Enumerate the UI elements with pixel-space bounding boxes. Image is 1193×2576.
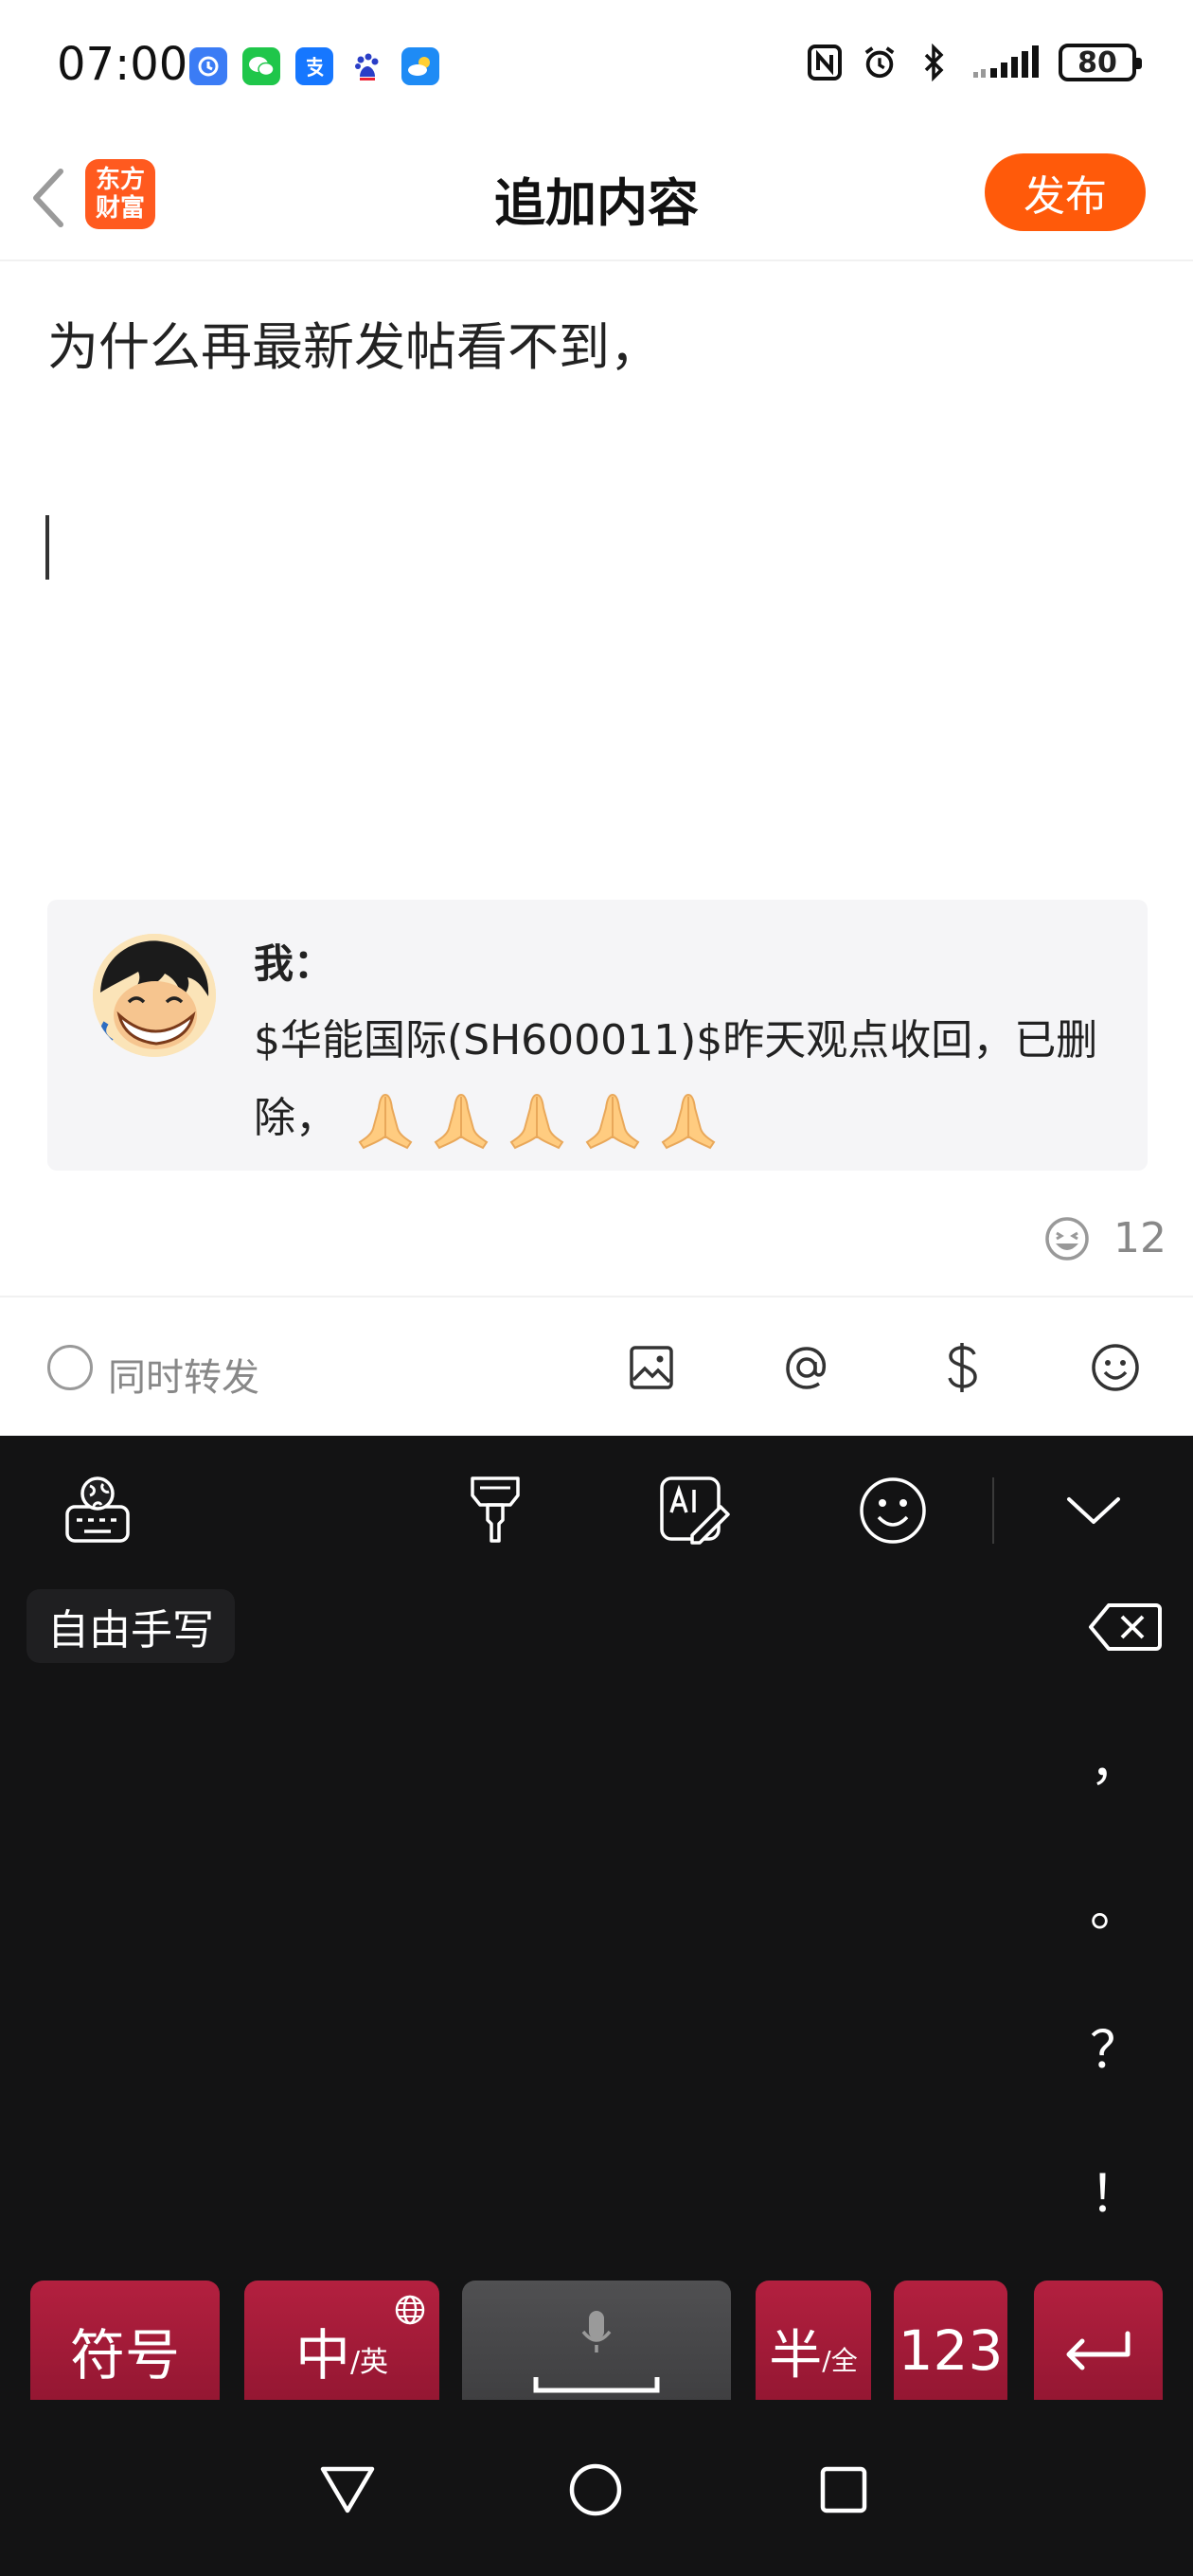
nav-recents-button[interactable] <box>810 2457 877 2523</box>
backspace-icon <box>1089 1603 1162 1651</box>
system-status-icons: 80 <box>807 44 1142 81</box>
folded-hands-icon <box>661 1093 716 1150</box>
chevron-left-icon <box>33 169 63 227</box>
wechat-icon <box>242 47 280 85</box>
folded-hands-icon <box>358 1093 413 1150</box>
image-icon[interactable] <box>621 1337 682 1398</box>
weather-icon <box>401 47 439 85</box>
ai-writing-icon[interactable] <box>653 1470 739 1551</box>
globe-icon <box>395 2295 425 2325</box>
backspace-key[interactable] <box>1081 1593 1168 1661</box>
status-bar: 07:00 80 <box>0 0 1193 133</box>
signal-icon <box>971 44 1040 81</box>
collapse-keyboard-icon[interactable] <box>1051 1470 1136 1551</box>
dollar-icon[interactable] <box>932 1337 992 1398</box>
folded-hands-icon <box>585 1093 640 1150</box>
punct-question-key[interactable]: ？ <box>1087 2008 1144 2083</box>
keyboard: 自由手写 ， 。 ？ ！ 符号 中/英 半/全 123 <box>0 1436 1193 2421</box>
header-bar: 东方 财富 追加内容 发布 <box>0 133 1193 261</box>
clock-app-icon <box>189 47 227 85</box>
compose-action-bar: 同时转发 <box>0 1296 1193 1436</box>
paint-brush-icon[interactable] <box>453 1470 538 1551</box>
quoted-post-card[interactable]: 我： $华能国际(SH600011)$昨天观点收回，已删除， <box>47 900 1148 1171</box>
text-cursor <box>45 515 49 580</box>
microphone-icon <box>533 2311 660 2393</box>
square-recents-icon <box>820 2466 867 2513</box>
publish-button[interactable]: 发布 <box>985 153 1146 231</box>
baidu-icon <box>348 47 386 85</box>
enter-icon <box>1066 2331 1131 2370</box>
quoted-text: $华能国际(SH600011)$昨天观点收回，已删除， <box>254 1002 1125 1157</box>
laughing-face-icon <box>1045 1216 1089 1261</box>
battery-indicator: 80 <box>1059 44 1142 81</box>
quoted-author: 我： <box>254 940 334 987</box>
forward-checkbox[interactable] <box>47 1345 93 1390</box>
triangle-back-icon <box>320 2466 375 2513</box>
circle-home-icon <box>569 2463 622 2516</box>
nfc-icon <box>807 44 843 81</box>
alipay-icon <box>295 47 333 85</box>
keyboard-globe-icon[interactable] <box>55 1470 140 1551</box>
bluetooth-icon <box>917 44 953 81</box>
post-text-input[interactable]: 为什么再最新发帖看不到， <box>47 305 661 380</box>
notification-icons <box>189 47 439 85</box>
forward-label: 同时转发 <box>108 1356 259 1400</box>
emoji-keyboard-icon[interactable] <box>850 1470 935 1551</box>
punct-comma-key[interactable]: ， <box>1087 1720 1144 1795</box>
at-icon[interactable] <box>776 1337 837 1398</box>
punct-period-key[interactable]: 。 <box>1087 1866 1144 1941</box>
avatar <box>93 934 216 1057</box>
character-counter: 12 <box>1043 1214 1166 1262</box>
emoji-row <box>356 1091 718 1150</box>
keyboard-toolbar <box>0 1436 1193 1578</box>
navigation-bar <box>0 2400 1193 2576</box>
nav-home-button[interactable] <box>562 2457 629 2523</box>
status-time: 07:00 <box>57 38 188 91</box>
nav-back-button[interactable] <box>314 2457 381 2523</box>
back-button[interactable] <box>21 163 78 233</box>
handwriting-mode-button[interactable]: 自由手写 <box>27 1589 235 1663</box>
alarm-icon <box>862 44 898 81</box>
punct-exclaim-key[interactable]: ！ <box>1087 2152 1144 2227</box>
toolbar-divider <box>992 1477 994 1544</box>
emoji-icon[interactable] <box>1085 1337 1146 1398</box>
folded-hands-icon <box>509 1093 564 1150</box>
app-logo: 东方 财富 <box>85 159 155 229</box>
folded-hands-icon <box>434 1093 489 1150</box>
